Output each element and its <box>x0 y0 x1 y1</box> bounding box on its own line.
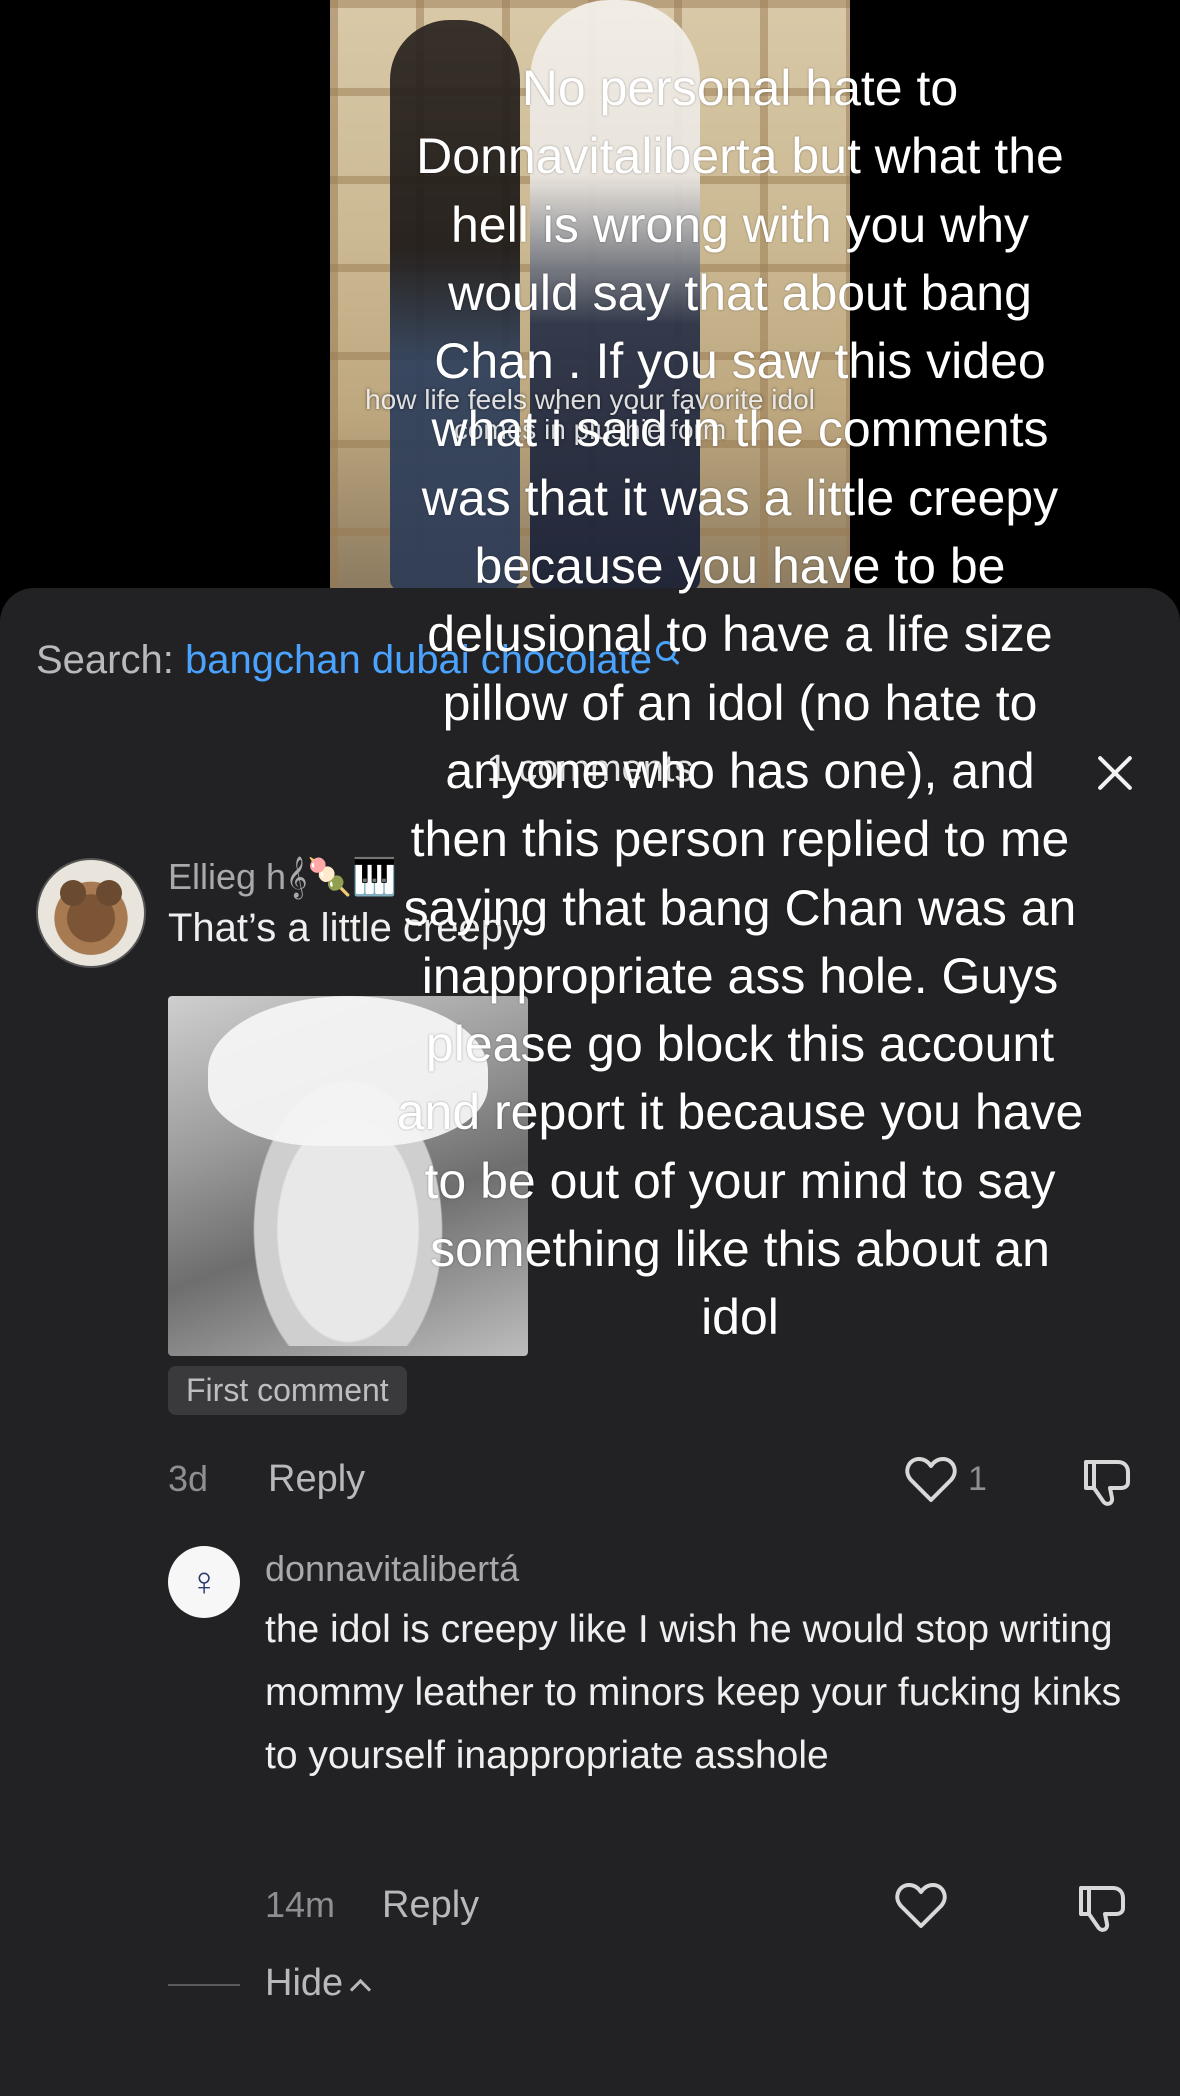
comments-sheet: Search: bangchan dubai chocolate 1 comme… <box>0 588 1180 2096</box>
thumbs-down-icon[interactable] <box>1075 1880 1129 1934</box>
hide-replies-button[interactable]: Hide <box>265 1962 372 2005</box>
search-icon[interactable] <box>656 641 677 661</box>
search-label: Search: <box>36 638 174 682</box>
reply-username[interactable]: donnavitalibertá <box>265 1548 519 1590</box>
comment-username[interactable]: Ellieg h𝄞🍡🎹 <box>168 856 397 899</box>
like-count: 1 <box>968 1460 987 1498</box>
reply-button[interactable]: Reply <box>268 1458 365 1501</box>
bear-ear-icon <box>60 880 86 906</box>
hide-divider <box>168 1984 240 1986</box>
heart-icon[interactable] <box>895 1882 947 1930</box>
hair-image <box>208 996 488 1146</box>
close-icon[interactable] <box>1090 748 1140 798</box>
reply-text: the idol is creepy like I wish he would … <box>265 1608 1122 1777</box>
thumbs-down-icon[interactable] <box>1080 1454 1134 1508</box>
video-area[interactable]: how life feels when your favorite idol c… <box>0 0 1180 600</box>
hide-label: Hide <box>265 1962 344 2004</box>
video-caption: how life feels when your favorite idol c… <box>365 384 815 445</box>
video-thumbnail[interactable]: how life feels when your favorite idol c… <box>330 0 850 590</box>
search-term-link[interactable]: bangchan dubai chocolate <box>185 638 652 682</box>
first-comment-badge: First comment <box>168 1366 407 1415</box>
chevron-up-icon <box>350 1978 372 2001</box>
reply-timestamp: 14m <box>265 1884 336 1925</box>
person-figure <box>390 20 520 590</box>
comment-timestamp: 3d <box>168 1458 209 1499</box>
plushie-figure <box>530 0 700 590</box>
comments-count: 1 comments <box>486 748 694 790</box>
comment-text: That’s a little creepy <box>168 906 523 950</box>
bear-ear-icon <box>96 880 122 906</box>
comment-image[interactable] <box>168 996 528 1356</box>
reply-button[interactable]: Reply <box>382 1884 479 1927</box>
reply-avatar[interactable]: ♀ <box>168 1546 240 1618</box>
heart-icon[interactable] <box>905 1456 957 1504</box>
search-suggestion[interactable]: Search: bangchan dubai chocolate <box>36 636 677 684</box>
avatar[interactable] <box>36 858 146 968</box>
